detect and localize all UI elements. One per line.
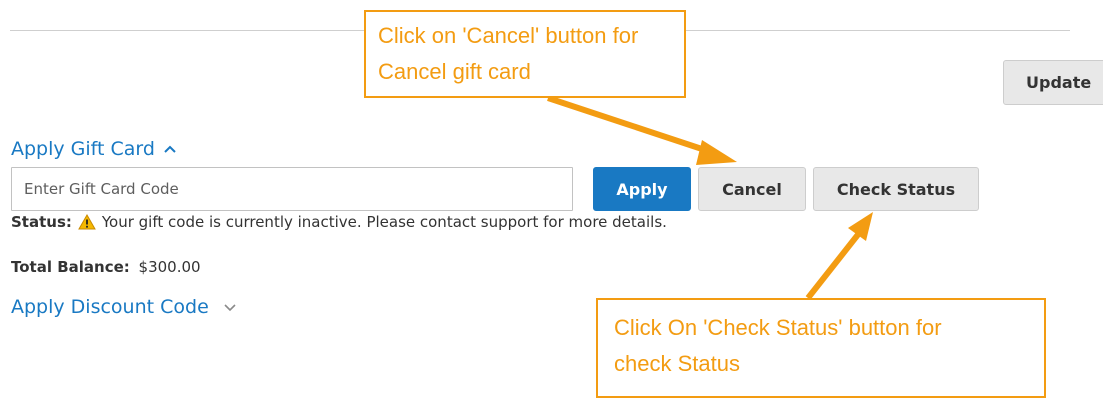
callout-line: Click On 'Check Status' button for — [614, 315, 942, 340]
callout-line: check Status — [614, 351, 740, 376]
status-message: Your gift code is currently inactive. Pl… — [101, 213, 667, 231]
arrow-to-check-status — [805, 212, 873, 300]
balance-value: $300.00 — [138, 258, 201, 276]
arrow-to-cancel — [547, 95, 737, 165]
callout-line: Cancel gift card — [378, 59, 531, 84]
chevron-up-icon — [163, 144, 177, 154]
callout-line: Click on 'Cancel' button for — [378, 23, 639, 48]
cancel-button[interactable]: Cancel — [698, 167, 806, 211]
warning-icon — [78, 214, 96, 230]
status-label: Status: — [11, 213, 72, 231]
chevron-down-icon — [223, 302, 237, 312]
apply-gift-card-heading: Apply Gift Card — [11, 138, 155, 160]
gift-card-status: Status: Your gift code is currently inac… — [11, 213, 667, 231]
apply-discount-code-toggle[interactable]: Apply Discount Code — [11, 296, 237, 318]
cancel-instruction-callout: Click on 'Cancel' button for Cancel gift… — [364, 10, 686, 98]
total-balance: Total Balance: $300.00 — [11, 258, 201, 276]
check-status-instruction-callout: Click On 'Check Status' button for check… — [596, 298, 1046, 398]
apply-button[interactable]: Apply — [593, 167, 691, 211]
apply-discount-heading: Apply Discount Code — [11, 296, 209, 318]
balance-label: Total Balance: — [11, 258, 130, 276]
update-cart-button[interactable]: Update — [1003, 60, 1103, 105]
apply-gift-card-toggle[interactable]: Apply Gift Card — [11, 138, 177, 160]
gift-card-code-input[interactable] — [11, 167, 573, 211]
check-status-button[interactable]: Check Status — [813, 167, 979, 211]
